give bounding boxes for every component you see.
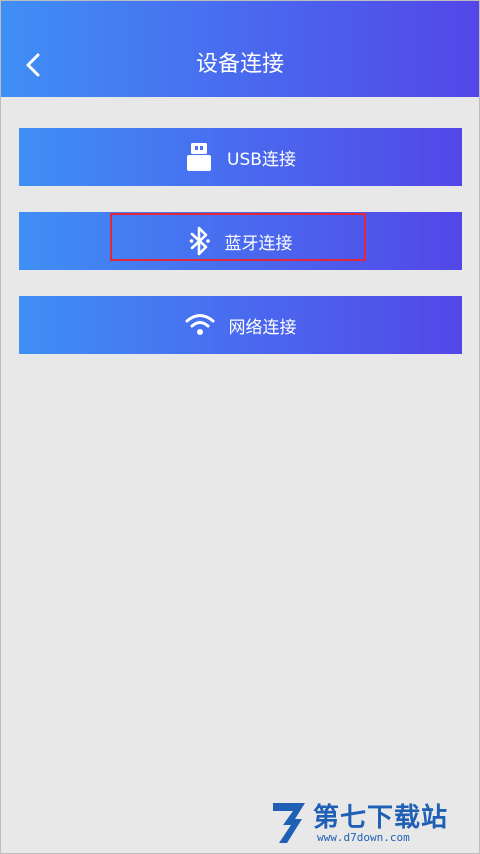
usb-icon xyxy=(185,142,213,172)
usb-connection-button[interactable]: USB连接 xyxy=(19,128,462,186)
bluetooth-connection-label: 蓝牙连接 xyxy=(224,233,293,254)
watermark-url: www.d7down.com xyxy=(317,831,410,844)
d7-logo-icon xyxy=(273,803,305,843)
network-connection-button[interactable]: 网络连接 xyxy=(19,296,462,354)
app-header: 设备连接 xyxy=(1,1,479,97)
watermark: 第七下载站 www.d7down.com xyxy=(269,795,469,849)
wifi-icon xyxy=(185,312,215,338)
page-title: 设备连接 xyxy=(195,52,284,77)
bluetooth-icon xyxy=(189,226,211,256)
network-connection-label: 网络连接 xyxy=(228,317,297,338)
watermark-name: 第七下载站 xyxy=(313,803,449,833)
bluetooth-connection-button[interactable]: 蓝牙连接 xyxy=(19,212,462,270)
usb-connection-label: USB连接 xyxy=(227,149,296,170)
